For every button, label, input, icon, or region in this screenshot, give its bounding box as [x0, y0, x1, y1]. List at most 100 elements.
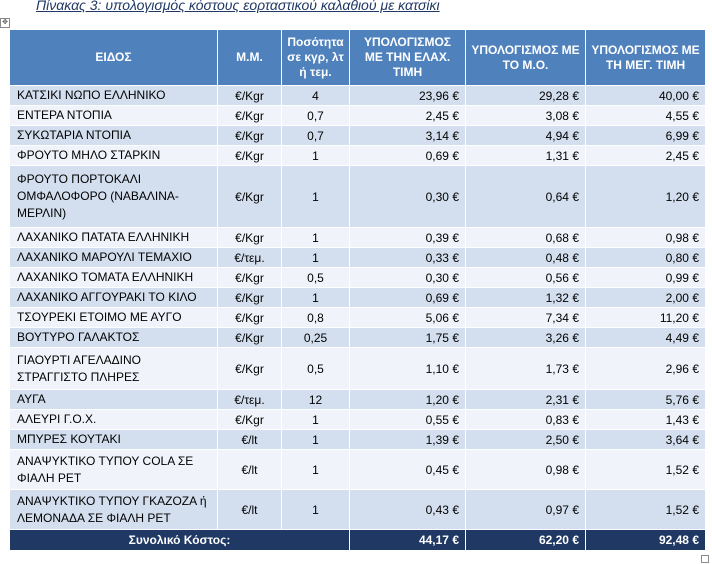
row-avg: 3,08 €: [465, 105, 586, 126]
row-unit: €/Kgr: [217, 287, 282, 308]
row-qty: 1: [281, 227, 350, 248]
row-qty: 1: [281, 449, 350, 490]
row-unit: €/Kgr: [217, 307, 282, 328]
row-item: ΑΥΓΑ: [9, 389, 218, 410]
header-item: ΕΙΔΟΣ: [9, 29, 218, 86]
row-unit: €/lt: [217, 489, 282, 530]
row-avg: 0,83 €: [465, 409, 586, 430]
table-row: ΛΑΧΑΝΙΚΟ ΠΑΤΑΤΑ ΕΛΛΗΝΙΚΗ €/Kgr 1 0,39 €0,68…: [9, 227, 706, 248]
row-avg: 1,31 €: [465, 145, 586, 166]
row-avg: 0,97 €: [465, 489, 586, 530]
row-item: ΣΥΚΩΤΑΡΙΑ ΝΤΟΠΙΑ: [9, 125, 218, 146]
row-unit: €/Kgr: [217, 327, 282, 348]
row-item: ΑΝΑΨΥΚΤΙΚΟ ΤΥΠΟΥ ΓΚΑΖΟΖΑ ή ΛΕΜΟΝΑΔΑ ΣΕ Φ…: [9, 489, 218, 530]
row-unit: €/lt: [217, 449, 282, 490]
row-max: 5,76 €: [585, 389, 706, 410]
row-max: 1,20 €: [585, 165, 706, 228]
row-unit: €/Kgr: [217, 105, 282, 126]
row-avg: 29,28 €: [465, 85, 586, 106]
row-avg: 0,68 €: [465, 227, 586, 248]
header-avg: ΥΠΟΛΟΓΙΣΜΟΣ ΜΕ ΤΟ Μ.Ο.: [465, 29, 586, 86]
row-qty: 0,7: [281, 105, 350, 126]
row-unit: €/Kgr: [217, 267, 282, 288]
row-qty: 1: [281, 489, 350, 530]
row-max: 4,49 €: [585, 327, 706, 348]
cost-table: ΕΙΔΟΣ Μ.Μ. Ποσότητα σε κγρ, λτ ή τεμ. ΥΠ…: [9, 29, 706, 551]
table-caption: Πίνακας 3: υπολογισμός κόστους εορταστικ…: [36, 0, 440, 13]
row-min: 0,69 €: [349, 145, 466, 166]
total-row: Συνολικό Κόστος: 44,17 € 62,20 € 92,48 €: [9, 529, 706, 551]
row-max: 1,43 €: [585, 409, 706, 430]
table-row: ΑΥΓΑ €/τεμ. 12 1,20 €2,31 €5,76 €: [9, 389, 706, 410]
row-min: 0,43 €: [349, 489, 466, 530]
table-row: ΛΑΧΑΝΙΚΟ ΜΑΡΟΥΛΙ ΤΕΜΑΧΙΟ €/τεμ. 1 0,33 €0,4…: [9, 247, 706, 268]
row-max: 6,99 €: [585, 125, 706, 146]
row-min: 0,39 €: [349, 227, 466, 248]
table-row: ΦΡΟΥΤΟ ΜΗΛΟ ΣΤΑΡΚΙΝ €/Kgr 1 0,69 €1,31 €2,4…: [9, 145, 706, 166]
row-min: 1,75 €: [349, 327, 466, 348]
row-qty: 1: [281, 247, 350, 268]
row-max: 2,96 €: [585, 347, 706, 390]
row-max: 2,45 €: [585, 145, 706, 166]
table-row: ΛΑΧΑΝΙΚΟ ΤΟΜΑΤΑ ΕΛΛΗΝΙΚΗ €/Kgr 0,5 0,30 €0,…: [9, 267, 706, 288]
table-row: ΣΥΚΩΤΑΡΙΑ ΝΤΟΠΙΑ €/Kgr 0,7 3,14 €4,94 €6,99…: [9, 125, 706, 146]
row-max: 4,55 €: [585, 105, 706, 126]
row-min: 3,14 €: [349, 125, 466, 146]
row-item: ΚΑΤΣΙΚΙ ΝΩΠΟ ΕΛΛΗΝΙΚΟ: [9, 85, 218, 106]
row-qty: 1: [281, 429, 350, 450]
table-row: ΑΛΕΥΡΙ Γ.Ο.Χ. €/Kgr 1 0,55 €0,83 €1,43 €: [9, 409, 706, 430]
header-unit: Μ.Μ.: [217, 29, 282, 86]
total-avg: 62,20 €: [465, 529, 586, 551]
row-unit: €/lt: [217, 429, 282, 450]
row-qty: 12: [281, 389, 350, 410]
row-max: 1,52 €: [585, 449, 706, 490]
row-qty: 0,8: [281, 307, 350, 328]
table-row: ΑΝΑΨΥΚΤΙΚΟ ΤΥΠΟΥ COLA ΣΕ ΦΙΑΛΗ PET €/lt 1 0…: [9, 449, 706, 490]
row-item: ΒΟΥΤΥΡΟ ΓΑΛΑΚΤΟΣ: [9, 327, 218, 348]
row-unit: €/Kgr: [217, 125, 282, 146]
row-min: 0,55 €: [349, 409, 466, 430]
row-qty: 4: [281, 85, 350, 106]
row-min: 0,33 €: [349, 247, 466, 268]
row-max: 2,00 €: [585, 287, 706, 308]
row-unit: €/Kgr: [217, 85, 282, 106]
row-item: ΦΡΟΥΤΟ ΠΟΡΤΟΚΑΛΙ ΟΜΦΑΛΟΦΟΡΟ (ΝΑΒΑΛΙΝΑ-ΜΕ…: [9, 165, 218, 228]
header-min: ΥΠΟΛΟΓΙΣΜΟΣ ΜΕ ΤΗΝ ΕΛΑΧ. ΤΙΜΗ: [349, 29, 466, 86]
row-item: ΛΑΧΑΝΙΚΟ ΑΓΓΟΥΡΑΚΙ ΤΟ ΚΙΛΟ: [9, 287, 218, 308]
row-min: 5,06 €: [349, 307, 466, 328]
row-avg: 2,50 €: [465, 429, 586, 450]
row-qty: 1: [281, 145, 350, 166]
row-unit: €/Kgr: [217, 227, 282, 248]
row-min: 1,20 €: [349, 389, 466, 410]
header-max: ΥΠΟΛΟΓΙΣΜΟΣ ΜΕ ΤΗ ΜΕΓ. ΤΙΜΗ: [585, 29, 706, 86]
table-move-handle-icon[interactable]: ✥: [0, 18, 10, 28]
table-row: ΑΝΑΨΥΚΤΙΚΟ ΤΥΠΟΥ ΓΚΑΖΟΖΑ ή ΛΕΜΟΝΑΔΑ ΣΕ Φ…: [9, 489, 706, 530]
table-resize-handle-icon[interactable]: [701, 555, 709, 563]
row-item: ΜΠΥΡΕΣ ΚΟΥΤΑΚΙ: [9, 429, 218, 450]
row-avg: 7,34 €: [465, 307, 586, 328]
row-unit: €/Kgr: [217, 409, 282, 430]
header-qty: Ποσότητα σε κγρ, λτ ή τεμ.: [281, 29, 350, 86]
table-row: ΤΣΟΥΡΕΚΙ ΕΤΟΙΜΟ ΜΕ ΑΥΓΟ €/Kgr 0,8 5,06 €7,3…: [9, 307, 706, 328]
row-avg: 0,64 €: [465, 165, 586, 228]
row-avg: 3,26 €: [465, 327, 586, 348]
row-min: 0,69 €: [349, 287, 466, 308]
row-min: 23,96 €: [349, 85, 466, 106]
row-qty: 1: [281, 409, 350, 430]
row-item: ΛΑΧΑΝΙΚΟ ΤΟΜΑΤΑ ΕΛΛΗΝΙΚΗ: [9, 267, 218, 288]
row-item: ΛΑΧΑΝΙΚΟ ΜΑΡΟΥΛΙ ΤΕΜΑΧΙΟ: [9, 247, 218, 268]
total-label: Συνολικό Κόστος:: [9, 529, 350, 551]
row-max: 40,00 €: [585, 85, 706, 106]
total-min: 44,17 €: [349, 529, 466, 551]
row-item: ΑΝΑΨΥΚΤΙΚΟ ΤΥΠΟΥ COLA ΣΕ ΦΙΑΛΗ PET: [9, 449, 218, 490]
row-unit: €/Kgr: [217, 145, 282, 166]
row-max: 0,99 €: [585, 267, 706, 288]
header-row: ΕΙΔΟΣ Μ.Μ. Ποσότητα σε κγρ, λτ ή τεμ. ΥΠ…: [9, 29, 706, 86]
row-min: 1,39 €: [349, 429, 466, 450]
row-avg: 2,31 €: [465, 389, 586, 410]
row-min: 2,45 €: [349, 105, 466, 126]
row-item: ΛΑΧΑΝΙΚΟ ΠΑΤΑΤΑ ΕΛΛΗΝΙΚΗ: [9, 227, 218, 248]
row-max: 3,64 €: [585, 429, 706, 450]
table-row: ΒΟΥΤΥΡΟ ΓΑΛΑΚΤΟΣ €/Kgr 0,25 1,75 €3,26 €4,4…: [9, 327, 706, 348]
row-qty: 1: [281, 287, 350, 308]
